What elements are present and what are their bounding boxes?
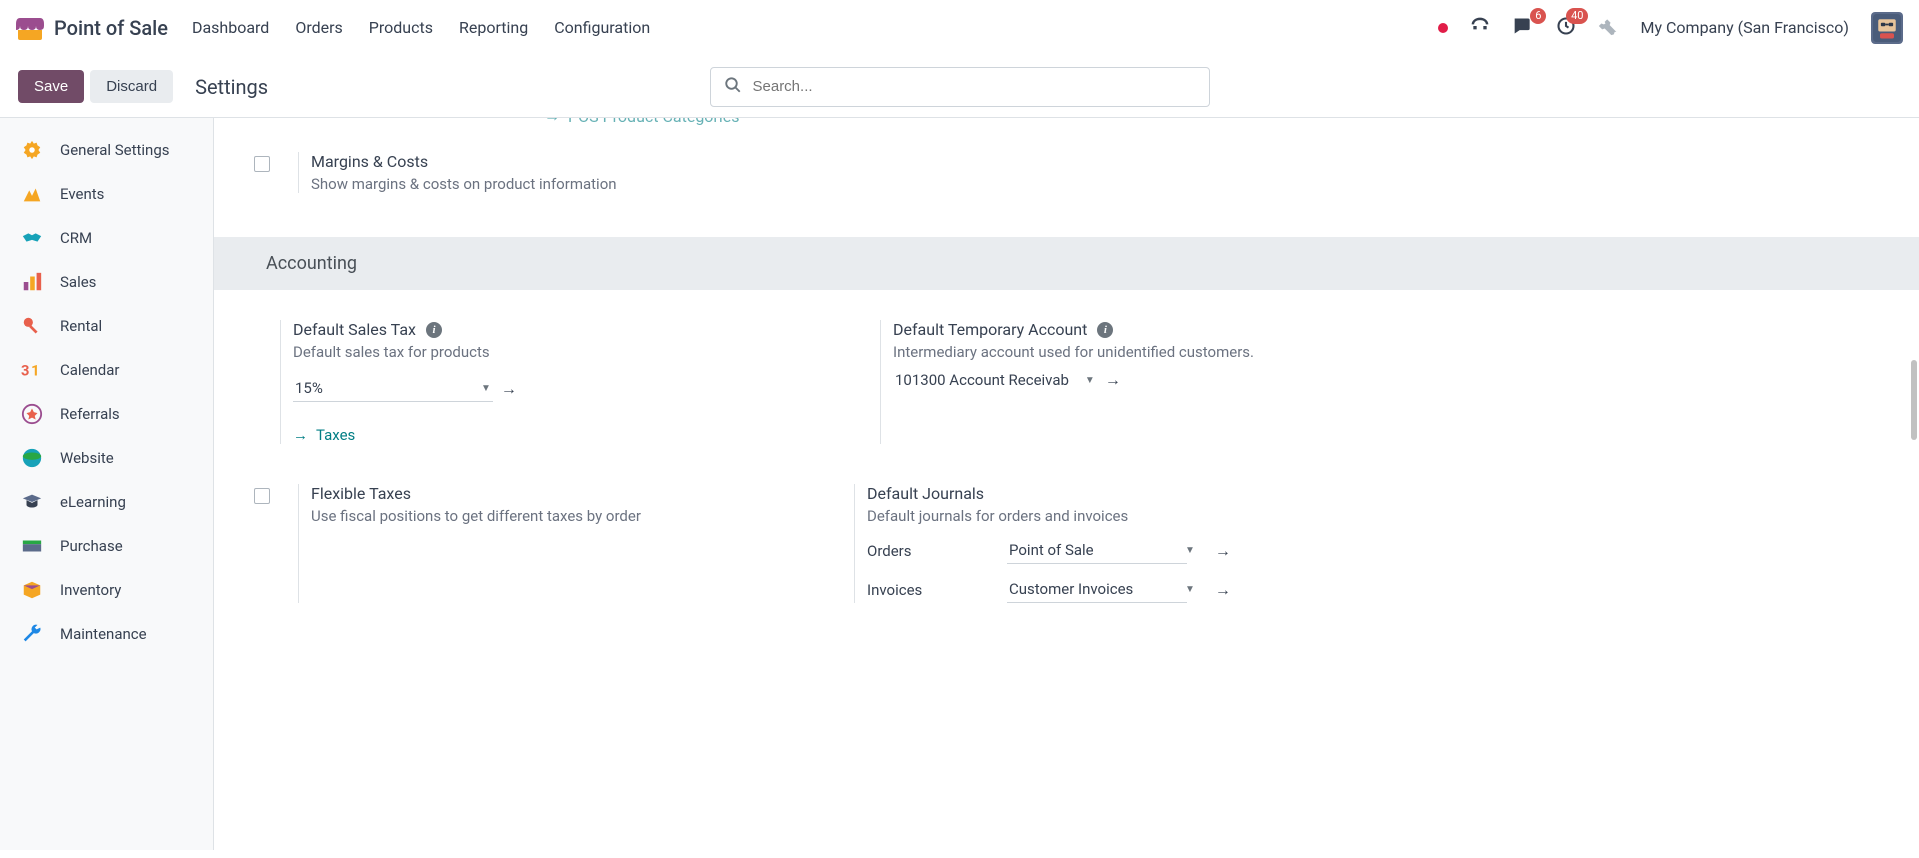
sidebar-label: Purchase: [60, 537, 123, 555]
sidebar-label: Events: [60, 185, 104, 203]
sidebar-label: Website: [60, 449, 114, 467]
sidebar-item-maintenance[interactable]: Maintenance: [0, 612, 213, 656]
menu-reporting[interactable]: Reporting: [459, 18, 528, 37]
arrow-right-icon: →: [544, 118, 560, 126]
sidebar-item-website[interactable]: Website: [0, 436, 213, 480]
user-avatar[interactable]: [1871, 12, 1903, 44]
info-icon[interactable]: i: [1097, 322, 1113, 338]
invoices-journal-select[interactable]: Customer Invoices: [1007, 576, 1187, 603]
default-tax-select[interactable]: 15%: [293, 375, 493, 402]
sidebar-item-rental[interactable]: Rental: [0, 304, 213, 348]
temp-account-select[interactable]: 101300 Account Receivab: [893, 367, 1097, 393]
search-icon: [724, 76, 742, 98]
settings-sidebar: General Settings Events CRM Sales Rental…: [0, 118, 214, 850]
margins-title: Margins & Costs: [311, 152, 428, 171]
save-button[interactable]: Save: [18, 70, 84, 103]
journals-title: Default Journals: [867, 484, 984, 503]
page-title: Settings: [195, 75, 268, 99]
events-icon: [20, 182, 44, 206]
accounting-section-header: Accounting: [214, 237, 1919, 290]
gear-icon: [20, 138, 44, 162]
search-container: [710, 67, 1210, 107]
menu-products[interactable]: Products: [369, 18, 433, 37]
flex-tax-title: Flexible Taxes: [311, 484, 411, 503]
svg-text:3: 3: [21, 362, 29, 380]
wallet-icon: [20, 534, 44, 558]
graduation-icon: [20, 490, 44, 514]
menu-orders[interactable]: Orders: [295, 18, 342, 37]
pos-categories-link[interactable]: → POS Product Categories: [214, 118, 1919, 136]
svg-text:1: 1: [31, 362, 39, 380]
company-switcher[interactable]: My Company (San Francisco): [1640, 18, 1849, 37]
default-tax-desc: Default sales tax for products: [293, 343, 840, 361]
external-link-icon[interactable]: →: [1215, 580, 1231, 600]
scrollbar-thumb[interactable]: [1911, 360, 1917, 440]
sidebar-item-general[interactable]: General Settings: [0, 128, 213, 172]
recording-indicator-icon[interactable]: [1438, 23, 1448, 33]
sidebar-label: Rental: [60, 317, 102, 335]
sidebar-item-inventory[interactable]: Inventory: [0, 568, 213, 612]
sidebar-item-elearning[interactable]: eLearning: [0, 480, 213, 524]
sidebar-label: Referrals: [60, 405, 120, 423]
settings-content[interactable]: → POS Product Categories Margins & Costs…: [214, 118, 1919, 850]
info-icon[interactable]: i: [426, 322, 442, 338]
external-link-icon[interactable]: →: [1105, 370, 1121, 390]
search-input[interactable]: [710, 67, 1210, 107]
activities-badge: 40: [1566, 8, 1588, 24]
tools-icon[interactable]: [1598, 16, 1618, 40]
sidebar-label: Maintenance: [60, 625, 147, 643]
sidebar-label: Inventory: [60, 581, 121, 599]
menu-dashboard[interactable]: Dashboard: [192, 18, 269, 37]
medal-icon: [20, 402, 44, 426]
control-panel: Save Discard Settings: [0, 56, 1919, 118]
systray: 6 40 My Company (San Francisco): [1438, 12, 1903, 44]
sidebar-item-purchase[interactable]: Purchase: [0, 524, 213, 568]
sidebar-label: CRM: [60, 229, 92, 247]
sidebar-item-crm[interactable]: CRM: [0, 216, 213, 260]
top-navbar: Point of Sale Dashboard Orders Products …: [0, 0, 1919, 56]
sidebar-label: Calendar: [60, 361, 120, 379]
brand-title: Point of Sale: [54, 16, 168, 40]
calendar-icon: 31: [20, 358, 44, 382]
messages-icon[interactable]: 6: [1512, 16, 1534, 40]
key-icon: [20, 314, 44, 338]
orders-label: Orders: [867, 542, 987, 560]
sidebar-item-referrals[interactable]: Referrals: [0, 392, 213, 436]
sidebar-item-calendar[interactable]: 31 Calendar: [0, 348, 213, 392]
messages-badge: 6: [1530, 8, 1546, 24]
sidebar-item-sales[interactable]: Sales: [0, 260, 213, 304]
flex-tax-desc: Use fiscal positions to get different ta…: [311, 507, 814, 525]
arrow-right-icon: →: [293, 426, 308, 444]
wrench-icon: [20, 622, 44, 646]
external-link-icon[interactable]: →: [1215, 541, 1231, 561]
globe-icon: [20, 446, 44, 470]
menu-configuration[interactable]: Configuration: [554, 18, 650, 37]
brand[interactable]: Point of Sale: [16, 16, 168, 40]
activities-icon[interactable]: 40: [1556, 16, 1576, 40]
sidebar-item-events[interactable]: Events: [0, 172, 213, 216]
margins-desc: Show margins & costs on product informat…: [311, 175, 814, 193]
external-link-icon[interactable]: →: [501, 379, 517, 399]
temp-account-desc: Intermediary account used for unidentifi…: [893, 343, 1879, 361]
margins-checkbox[interactable]: [254, 156, 270, 172]
sidebar-label: Sales: [60, 273, 96, 291]
temp-account-title: Default Temporary Account: [893, 320, 1087, 339]
invoices-label: Invoices: [867, 581, 987, 599]
taxes-link[interactable]: → Taxes: [293, 426, 840, 444]
bars-icon: [20, 270, 44, 294]
orders-journal-select[interactable]: Point of Sale: [1007, 537, 1187, 564]
handshake-icon: [20, 226, 44, 250]
box-icon: [20, 578, 44, 602]
journals-desc: Default journals for orders and invoices: [867, 507, 1879, 525]
sidebar-label: General Settings: [60, 141, 170, 159]
discard-button[interactable]: Discard: [90, 70, 173, 103]
voip-icon[interactable]: [1470, 16, 1490, 40]
sidebar-label: eLearning: [60, 493, 126, 511]
default-tax-title: Default Sales Tax: [293, 320, 416, 339]
pos-app-icon: [16, 16, 44, 40]
flex-tax-checkbox[interactable]: [254, 488, 270, 504]
top-menu: Dashboard Orders Products Reporting Conf…: [192, 18, 650, 37]
